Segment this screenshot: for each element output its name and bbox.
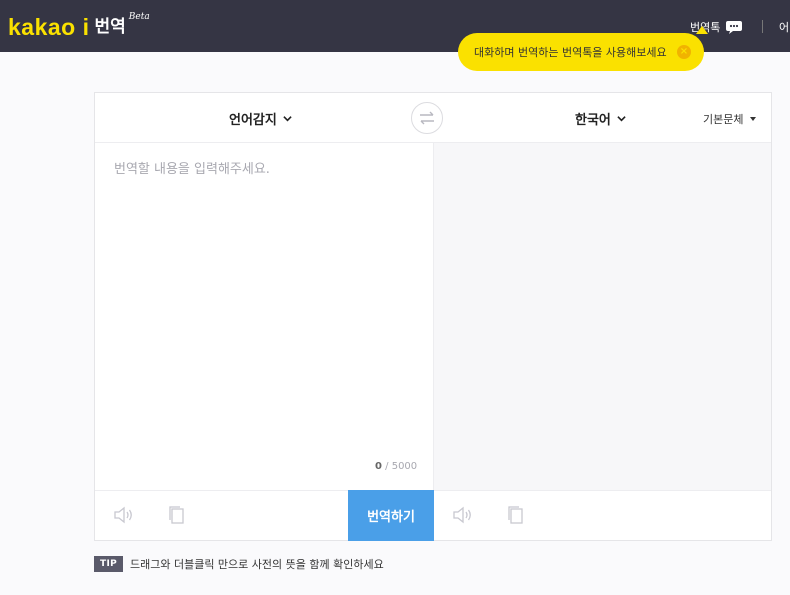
header-more-link[interactable]: 어 xyxy=(779,19,789,35)
logo[interactable]: kakao i 번역 Beta xyxy=(8,10,150,42)
translation-output xyxy=(434,143,771,490)
chevron-down-icon xyxy=(617,116,626,122)
beta-badge: Beta xyxy=(128,12,150,22)
character-counter: 0 / 5000 xyxy=(375,461,417,472)
target-language-select[interactable]: 한국어 xyxy=(575,109,626,128)
counter-current: 0 xyxy=(375,461,382,472)
tip-notice: TIP 드래그와 더블클릭 만으로 사전의 뜻을 함께 확인하세요 xyxy=(94,556,384,572)
swap-languages-button[interactable] xyxy=(411,102,443,134)
language-bar: 언어감지 한국어 기본문체 xyxy=(95,93,771,143)
translate-button[interactable]: 번역하기 xyxy=(348,490,434,541)
tooltip-text: 대화하며 번역하는 번역톡을 사용해보세요 xyxy=(474,46,667,59)
logo-word: kakao i xyxy=(8,14,90,40)
swap-icon xyxy=(420,111,434,125)
caret-down-icon xyxy=(750,117,757,121)
close-icon[interactable]: × xyxy=(677,45,691,59)
translation-talk-tooltip: 대화하며 번역하는 번역톡을 사용해보세요 × xyxy=(458,26,708,71)
tip-text: 드래그와 더블클릭 만으로 사전의 뜻을 함께 확인하세요 xyxy=(129,558,384,571)
target-language-label: 한국어 xyxy=(575,113,611,128)
speaker-icon[interactable] xyxy=(113,505,135,525)
logo-service-name: 번역 xyxy=(94,17,126,37)
copy-icon[interactable] xyxy=(167,505,189,525)
action-bar: 번역하기 xyxy=(95,490,771,541)
chat-bubble-icon xyxy=(726,21,743,34)
speaker-icon[interactable] xyxy=(452,505,474,525)
writing-style-select[interactable]: 기본문체 xyxy=(703,111,757,127)
tip-badge: TIP xyxy=(94,556,123,572)
copy-icon[interactable] xyxy=(506,505,528,525)
tooltip-arrow xyxy=(696,26,708,34)
header-divider xyxy=(762,20,763,33)
writing-style-label: 기본문체 xyxy=(703,113,744,126)
counter-max: / 5000 xyxy=(385,461,418,472)
source-language-select[interactable]: 언어감지 xyxy=(229,109,292,128)
output-action-area xyxy=(434,491,771,540)
translator-panel: 언어감지 한국어 기본문체 0 / 5000 xyxy=(94,92,772,541)
source-text-input[interactable] xyxy=(95,143,433,490)
source-language-label: 언어감지 xyxy=(229,113,277,128)
chevron-down-icon xyxy=(283,116,292,122)
